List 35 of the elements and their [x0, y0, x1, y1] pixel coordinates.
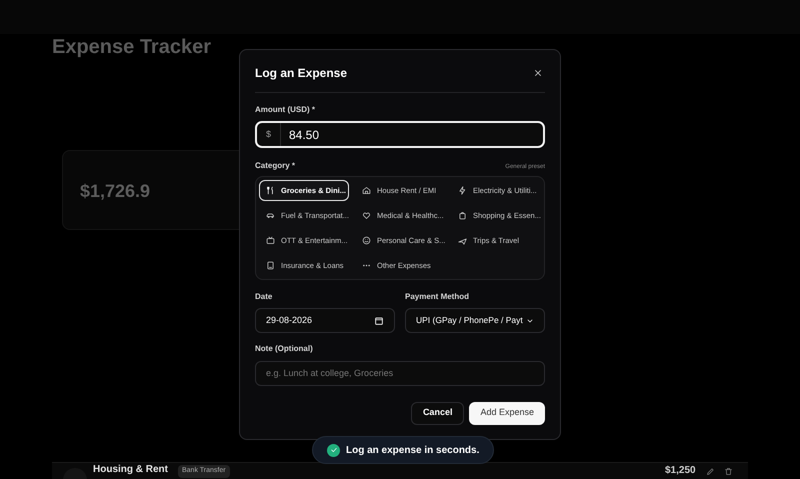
- smiley-icon: [362, 236, 371, 245]
- dialog-title: Log an Expense: [255, 65, 348, 82]
- field-label: Category *: [255, 160, 296, 172]
- lightning-icon: [458, 186, 467, 195]
- field-label: Payment Method: [405, 291, 470, 303]
- calendar-icon: [374, 316, 384, 326]
- add-expense-button[interactable]: Add Expense: [469, 402, 545, 424]
- trash-icon[interactable]: [724, 467, 733, 476]
- check-icon: [327, 444, 340, 456]
- field-label: Date: [255, 291, 274, 303]
- amount-field[interactable]: $ 84.50: [255, 121, 545, 148]
- field-label: Note (Optional): [255, 343, 314, 355]
- page-title: Expense Tracker: [52, 35, 211, 60]
- heart-icon: [362, 211, 371, 220]
- note-field[interactable]: e.g. Lunch at college, Groceries: [255, 360, 545, 386]
- field-label: Amount (USD) *: [255, 104, 316, 116]
- car-icon: [266, 211, 275, 220]
- payment-value: UPI (GPay / PhonePe / Payt: [416, 314, 523, 327]
- tv-icon: [266, 236, 275, 245]
- shopping-bag-icon: [458, 211, 467, 220]
- plane-icon: [458, 236, 467, 245]
- toast-message: Log an expense in seconds.: [346, 444, 480, 458]
- house-icon: [362, 186, 371, 195]
- document-icon: [266, 261, 275, 270]
- transaction-name: Housing & Rent: [93, 464, 168, 476]
- close-icon: [533, 68, 543, 78]
- payment-dropdown[interactable]: UPI (GPay / PhonePe / Payt: [405, 308, 545, 333]
- amount-value: 84.50: [288, 126, 320, 144]
- total-amount: $1,726.9: [80, 180, 150, 203]
- transaction-amount: $1,250: [665, 465, 696, 477]
- utensils-icon: [266, 186, 275, 195]
- cancel-button[interactable]: Cancel: [410, 402, 464, 424]
- date-value: 29-08-2026: [266, 314, 312, 327]
- date-field[interactable]: 29-08-2026: [255, 308, 395, 333]
- edit-icon[interactable]: [706, 467, 715, 476]
